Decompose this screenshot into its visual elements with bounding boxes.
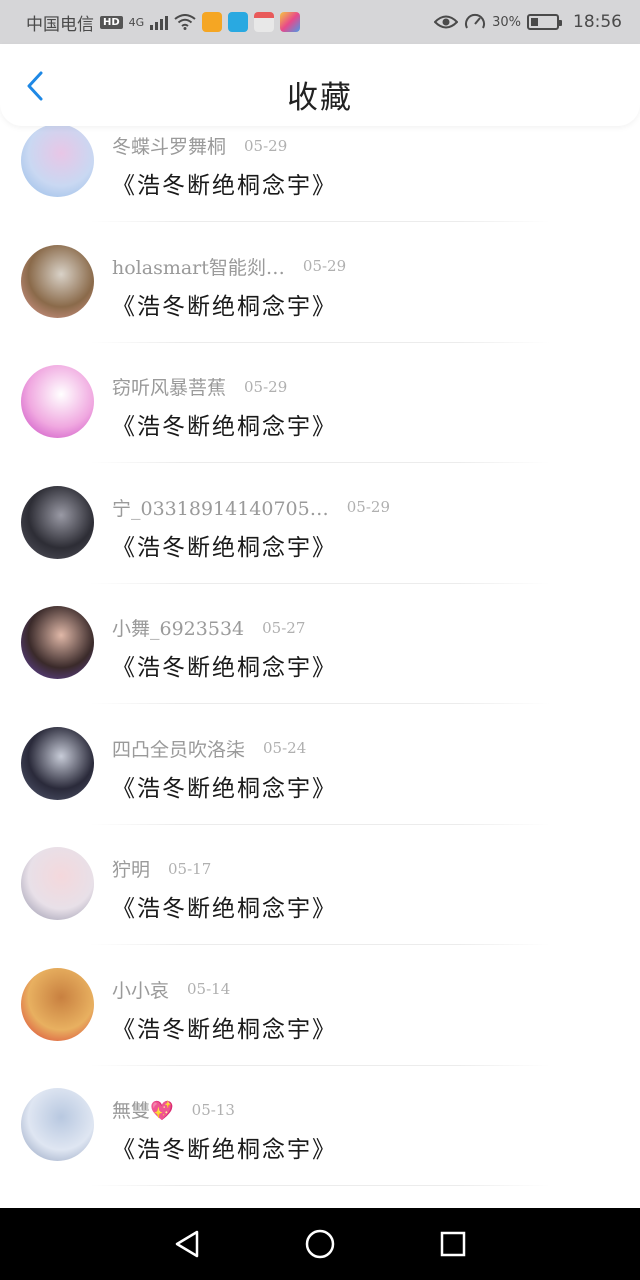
item-meta: 小小哀 05-14 <box>112 976 230 1003</box>
signal-icon <box>150 14 169 30</box>
divider <box>90 823 550 825</box>
divider <box>90 1064 550 1066</box>
list-item[interactable]: 小小哀 05-14 《浩冬断绝桐念宇》 <box>0 967 640 1088</box>
status-bar-right: 30% 18:56 <box>434 12 622 32</box>
item-meta: 宁_03318914140705… 05-29 <box>112 494 390 521</box>
item-meta: 小舞_6923534 05-27 <box>112 614 305 641</box>
list-item[interactable]: 四凸全员吹洛柒 05-24 《浩冬断绝桐念宇》 <box>0 726 640 847</box>
author-name[interactable]: 宁_03318914140705… <box>112 494 329 521</box>
author-name[interactable]: 四凸全员吹洛柒 <box>112 735 245 762</box>
list-item[interactable]: 狞明 05-17 《浩冬断绝桐念宇》 <box>0 847 640 967</box>
item-meta: 狞明 05-17 <box>112 855 211 882</box>
recents-square-icon <box>441 1231 466 1257</box>
item-meta: 冬蝶斗罗舞桐 05-29 <box>112 132 287 159</box>
author-name[interactable]: 狞明 <box>112 855 150 882</box>
list-item[interactable]: 無雙💖 05-13 《浩冬断绝桐念宇》 <box>0 1088 640 1208</box>
app-header: 收藏 <box>0 44 640 126</box>
item-title[interactable]: 《浩冬断绝桐念宇》 <box>112 889 337 923</box>
home-circle-icon <box>305 1229 335 1259</box>
item-title[interactable]: 《浩冬断绝桐念宇》 <box>112 648 337 682</box>
item-title[interactable]: 《浩冬断绝桐念宇》 <box>112 1130 337 1164</box>
post-date: 05-13 <box>191 1100 235 1119</box>
item-meta: 窃听风暴菩蕉 05-29 <box>112 373 287 400</box>
nav-back-button[interactable] <box>167 1224 207 1264</box>
author-name[interactable]: 小小哀 <box>112 976 169 1003</box>
eye-icon <box>434 15 459 29</box>
system-nav-bar <box>0 1208 640 1280</box>
divider <box>90 341 550 343</box>
author-name[interactable]: 冬蝶斗罗舞桐 <box>112 132 226 159</box>
item-title[interactable]: 《浩冬断绝桐念宇》 <box>112 287 337 321</box>
item-title[interactable]: 《浩冬断绝桐念宇》 <box>112 769 337 803</box>
post-date: 05-29 <box>244 136 288 155</box>
divider <box>90 1185 550 1186</box>
avatar[interactable] <box>21 606 94 679</box>
author-name[interactable]: 窃听风暴菩蕉 <box>112 373 226 400</box>
status-bar-left: 中国电信 HD 4G <box>26 10 301 35</box>
post-date: 05-29 <box>302 257 347 275</box>
item-meta: holasmart智能剡… 05-29 <box>112 253 346 280</box>
item-title[interactable]: 《浩冬断绝桐念宇》 <box>112 407 337 441</box>
avatar[interactable] <box>21 126 94 197</box>
item-meta: 無雙💖 05-13 <box>112 1096 235 1123</box>
divider <box>90 462 550 463</box>
search-app-icon <box>228 12 249 32</box>
clock: 18:56 <box>573 12 622 32</box>
page-title: 收藏 <box>287 80 353 116</box>
status-bar: 中国电信 HD 4G 30% 18:56 <box>0 0 640 44</box>
battery-percent: 30% <box>492 14 521 30</box>
author-name[interactable]: 小舞_6923534 <box>112 614 244 641</box>
post-date: 05-29 <box>244 377 288 396</box>
avatar[interactable] <box>21 365 94 438</box>
item-title[interactable]: 《浩冬断绝桐念宇》 <box>112 1010 337 1044</box>
post-date: 05-17 <box>168 859 212 878</box>
avatar[interactable] <box>21 244 94 318</box>
hd-badge: HD <box>100 15 123 29</box>
author-name[interactable]: holasmart智能剡… <box>112 253 285 280</box>
avatar[interactable] <box>21 847 94 920</box>
gift-app-icon <box>254 12 275 32</box>
list-item[interactable]: 宁_03318914140705… 05-29 《浩冬断绝桐念宇》 <box>0 485 640 606</box>
wifi-icon <box>174 14 196 30</box>
list-item[interactable]: holasmart智能剡… 05-29 《浩冬断绝桐念宇》 <box>0 244 640 365</box>
avatar[interactable] <box>21 485 94 559</box>
nav-home-button[interactable] <box>300 1224 340 1264</box>
favorites-list[interactable]: 冬蝶斗罗舞桐 05-29 《浩冬断绝桐念宇》 holasmart智能剡… 05-29 《浩… <box>0 126 640 1208</box>
post-date: 05-29 <box>346 498 390 516</box>
author-name[interactable]: 無雙💖 <box>112 1096 174 1123</box>
list-item[interactable]: 窃听风暴菩蕉 05-29 《浩冬断绝桐念宇》 <box>0 365 640 485</box>
divider <box>90 944 550 945</box>
post-date: 05-24 <box>263 739 307 757</box>
battery-icon <box>527 14 562 30</box>
list-item[interactable]: 小舞_6923534 05-27 《浩冬断绝桐念宇》 <box>0 606 640 726</box>
avatar[interactable] <box>21 1088 94 1161</box>
network-type: 4G <box>128 15 145 29</box>
item-title[interactable]: 《浩冬断绝桐念宇》 <box>112 528 337 562</box>
item-meta: 四凸全员吹洛柒 05-24 <box>112 735 306 762</box>
post-date: 05-27 <box>262 618 306 637</box>
item-title[interactable]: 《浩冬断绝桐念宇》 <box>112 166 337 200</box>
back-triangle-icon <box>175 1230 198 1258</box>
post-date: 05-14 <box>187 980 231 998</box>
carrier-label: 中国电信 <box>26 14 94 35</box>
divider <box>90 221 550 222</box>
avatar[interactable] <box>21 967 94 1041</box>
list-item[interactable]: 冬蝶斗罗舞桐 05-29 《浩冬断绝桐念宇》 <box>0 126 640 244</box>
avatar[interactable] <box>21 726 94 800</box>
divider <box>90 582 550 584</box>
nav-recents-button[interactable] <box>433 1224 473 1264</box>
divider <box>90 703 550 704</box>
video-app-icon <box>202 12 223 32</box>
colorful-app-icon <box>280 12 301 32</box>
speed-icon <box>465 13 486 29</box>
